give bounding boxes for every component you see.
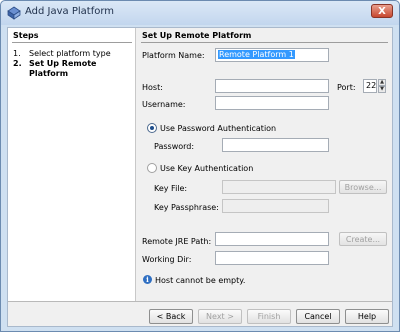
title-bar[interactable]: Add Java Platform X xyxy=(1,1,399,25)
platform-name-input[interactable]: Remote Platform 1 xyxy=(215,48,329,62)
create-button[interactable]: Create... xyxy=(339,232,387,246)
close-icon: X xyxy=(378,5,386,17)
steps-divider xyxy=(12,42,132,43)
key-auth-radio[interactable] xyxy=(147,163,157,173)
spinner-up-icon[interactable]: ▲ xyxy=(378,79,386,86)
working-dir-input[interactable] xyxy=(215,251,329,265)
next-button[interactable]: Next > xyxy=(198,309,242,324)
back-button[interactable]: < Back xyxy=(149,309,193,324)
dialog-content: Steps 1. Select platform type 2. Set Up Re… xyxy=(7,27,393,327)
cancel-button[interactable]: Cancel xyxy=(296,309,340,324)
username-input[interactable] xyxy=(215,96,329,110)
password-auth-radio[interactable] xyxy=(147,123,157,133)
username-label: Username: xyxy=(142,100,186,109)
password-label: Password: xyxy=(154,142,195,151)
step-number: 2. xyxy=(13,59,22,68)
port-value: 22 xyxy=(366,81,377,90)
key-passphrase-label: Key Passphrase: xyxy=(154,203,219,212)
spinner-down-icon[interactable]: ▼ xyxy=(378,86,386,93)
remote-jre-input[interactable] xyxy=(215,232,329,246)
port-input[interactable]: 22 xyxy=(363,79,377,93)
remote-jre-label: Remote JRE Path: xyxy=(142,237,212,246)
button-bar-divider xyxy=(8,301,392,302)
step-label: Set Up Remote Platform xyxy=(29,59,97,78)
steps-title: Steps xyxy=(13,31,39,40)
platform-name-value: Remote Platform 1 xyxy=(218,50,295,59)
key-passphrase-input[interactable] xyxy=(222,199,329,213)
step-label: Select platform type xyxy=(29,49,111,58)
dialog-window: Add Java Platform X Steps 1. Select platf… xyxy=(0,0,400,332)
step-item-current: 2. Set Up Remote Platform xyxy=(13,59,125,79)
close-button[interactable]: X xyxy=(371,4,393,18)
browse-button[interactable]: Browse... xyxy=(339,180,387,194)
host-label: Host: xyxy=(142,83,163,92)
finish-button[interactable]: Finish xyxy=(247,309,291,324)
info-icon: i xyxy=(143,275,152,284)
java-platform-icon xyxy=(7,6,21,20)
window-title: Add Java Platform xyxy=(25,6,115,17)
setup-panel: Set Up Remote Platform Platform Name: Re… xyxy=(137,28,392,301)
working-dir-label: Working Dir: xyxy=(142,255,192,264)
port-label: Port: xyxy=(337,83,356,92)
key-file-label: Key File: xyxy=(154,184,188,193)
steps-panel: Steps 1. Select platform type 2. Set Up Re… xyxy=(8,28,136,301)
help-button[interactable]: Help xyxy=(345,309,389,324)
port-spinner[interactable]: ▲ ▼ xyxy=(378,79,386,93)
password-input[interactable] xyxy=(222,138,329,152)
platform-name-label: Platform Name: xyxy=(142,51,205,60)
key-file-input[interactable] xyxy=(222,180,336,194)
password-auth-label[interactable]: Use Password Authentication xyxy=(160,124,276,133)
host-input[interactable] xyxy=(215,79,329,93)
panel-title: Set Up Remote Platform xyxy=(142,31,252,40)
key-auth-label[interactable]: Use Key Authentication xyxy=(160,164,253,173)
step-item: 1. Select platform type xyxy=(13,49,125,59)
validation-message: Host cannot be empty. xyxy=(155,276,246,285)
panel-divider xyxy=(141,42,388,43)
step-number: 1. xyxy=(13,49,21,58)
